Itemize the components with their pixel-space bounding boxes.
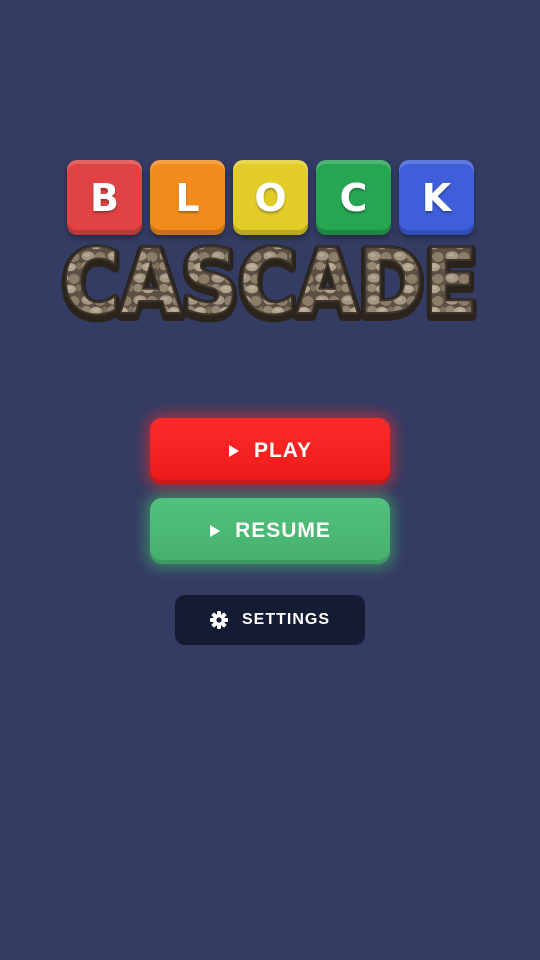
play-label: PLAY: [253, 439, 313, 462]
logo-tile-c: C: [316, 160, 391, 235]
play-triangle-icon: [228, 444, 240, 458]
logo-letter-o: O: [254, 175, 287, 220]
logo-letter-b: B: [90, 175, 119, 220]
resume-button[interactable]: RESUME: [150, 498, 390, 564]
game-logo: B L O C K CASCADE CASCADE: [0, 0, 540, 340]
logo-tile-o: O: [233, 160, 308, 235]
logo-letter-k: K: [421, 175, 452, 220]
play-button[interactable]: PLAY: [150, 418, 390, 484]
gear-icon: [209, 611, 228, 629]
logo-tile-l: L: [150, 160, 225, 235]
settings-label: SETTINGS: [241, 611, 330, 628]
logo-tile-b: B: [67, 160, 142, 235]
play-triangle-icon: [209, 524, 221, 538]
logo-letter-l: L: [175, 175, 200, 220]
logo-letter-c: C: [339, 175, 368, 220]
logo-tiles: B L O C K: [67, 160, 477, 236]
settings-button[interactable]: SETTINGS: [175, 595, 365, 645]
wordmark-stone-text: CASCADE: [62, 230, 478, 328]
logo-tile-k: K: [399, 160, 474, 235]
cascade-wordmark: CASCADE CASCADE: [57, 228, 483, 328]
resume-label: RESUME: [235, 519, 331, 542]
